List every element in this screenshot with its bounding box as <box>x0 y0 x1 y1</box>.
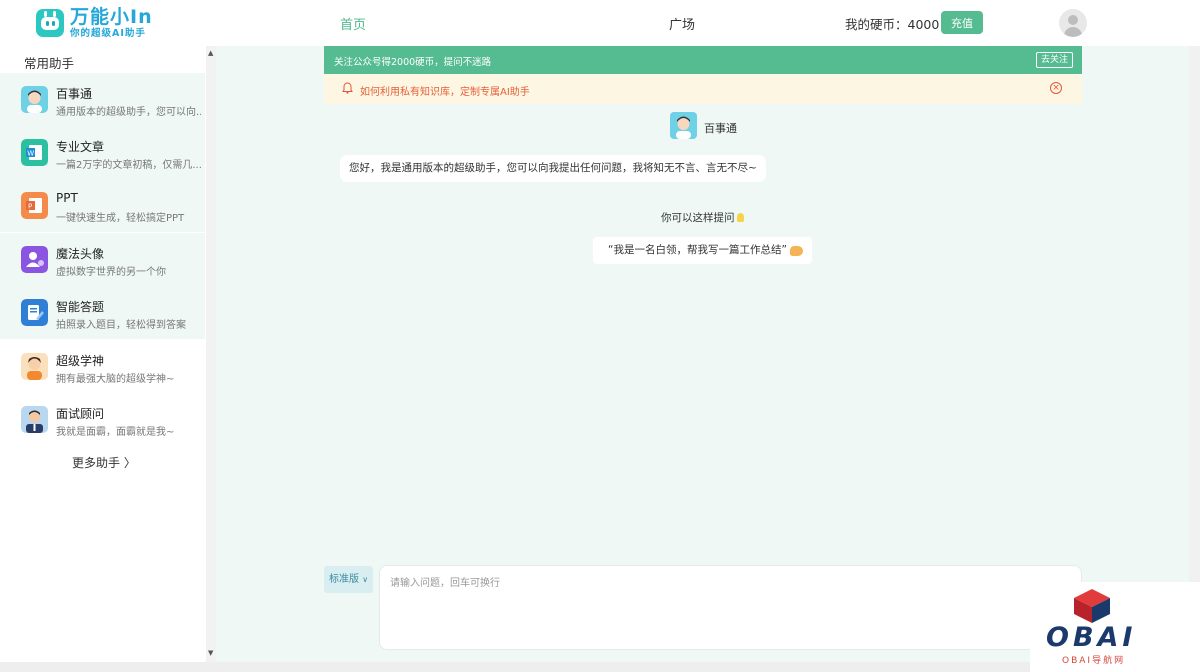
watermark-text: OBAI <box>1046 622 1137 653</box>
chevron-down-icon: ∨ <box>362 575 369 584</box>
cube-logo-icon <box>1074 589 1110 623</box>
more-assistants-link[interactable]: 更多助手 〉 <box>72 454 136 471</box>
suggestion-title-text: 你可以这样提问 <box>661 212 735 224</box>
sidebar-item-smart-quiz[interactable]: 智能答题 拍照录入题目，轻松得到答案 <box>0 286 205 339</box>
sidebar-item-ppt[interactable]: P PPT 一键快速生成，轻松搞定PPT <box>0 179 205 232</box>
nav-home-link[interactable]: 首页 <box>340 14 366 33</box>
svg-text:P: P <box>28 203 32 211</box>
boy-avatar-icon <box>21 86 48 113</box>
question-input-box[interactable] <box>379 565 1082 650</box>
sidebar-item-desc: 一键快速生成，轻松搞定PPT <box>56 213 185 224</box>
close-icon[interactable]: × <box>1050 82 1062 94</box>
sidebar-item-name: 面试顾问 <box>56 407 105 421</box>
assistant-sidebar: 常用助手 百事通 通用版本的超级助手，您可以向... W 专业文章 一篇2万字的… <box>0 46 206 662</box>
follow-notice-text: 关注公众号得2000硬币，提问不迷路 <box>334 57 492 68</box>
quiz-icon <box>21 299 48 326</box>
follow-notice-bar: 关注公众号得2000硬币，提问不迷路 去关注 <box>324 46 1082 74</box>
greeting-message: 您好，我是通用版本的超级助手，您可以向我提出任何问题，我将知无不言、言无不尽~ <box>340 155 766 182</box>
sidebar-item-desc: 通用版本的超级助手，您可以向... <box>56 107 201 118</box>
sidebar-item-name: 百事通 <box>56 87 93 101</box>
user-avatar-icon[interactable] <box>1059 9 1087 37</box>
sidebar-item-article[interactable]: W 专业文章 一篇2万字的文章初稿，仅需几... <box>0 126 205 179</box>
suggestion-title: 你可以这样提问 <box>661 210 744 225</box>
version-selector[interactable]: 标准版 ∨ <box>324 566 373 593</box>
scholar-avatar-icon <box>21 353 48 380</box>
sidebar-item-desc: 拥有最强大脑的超级学神~ <box>56 374 175 385</box>
knowledge-notice-bar: 如何利用私有知识库，定制专属AI助手 × <box>324 74 1082 104</box>
sidebar-item-name: 魔法头像 <box>56 247 105 261</box>
bot-avatar-icon <box>670 112 697 139</box>
lightbulb-icon <box>736 213 744 222</box>
sidebar-item-baishitong[interactable]: 百事通 通用版本的超级助手，您可以向... <box>0 73 205 126</box>
magic-avatar-icon <box>21 246 48 273</box>
sidebar-item-desc: 拍照录入题目，轻松得到答案 <box>56 320 186 331</box>
svg-text:W: W <box>27 150 34 158</box>
interviewer-avatar-icon <box>21 406 48 433</box>
bell-icon <box>342 82 353 94</box>
robot-logo-icon <box>36 9 64 38</box>
recharge-button[interactable]: 充值 <box>941 11 983 34</box>
scroll-up-icon[interactable]: ▲ <box>208 49 213 57</box>
nav-plaza-link[interactable]: 广场 <box>669 14 695 33</box>
word-doc-icon: W <box>21 139 48 166</box>
logo-title: 万能小In <box>70 6 153 28</box>
example-question-text: “我是一名白领，帮我写一篇工作总结” <box>608 244 787 256</box>
watermark-subtext: OBAI导航网 <box>1062 656 1126 666</box>
logo-subtitle: 你的超级AI助手 <box>70 28 146 39</box>
follow-button[interactable]: 去关注 <box>1035 52 1073 68</box>
ppt-icon: P <box>21 192 48 219</box>
sidebar-item-desc: 虚拟数字世界的另一个你 <box>56 267 166 278</box>
logo[interactable]: 万能小In 你的超级AI助手 <box>36 8 153 39</box>
question-input[interactable] <box>390 574 1070 640</box>
sidebar-item-interviewer[interactable]: 面试顾问 我就是面霸，面霸就是我~ <box>0 393 205 446</box>
coin-balance: 我的硬币：4000 <box>845 17 940 32</box>
example-question-button[interactable]: “我是一名白领，帮我写一篇工作总结” <box>593 237 812 264</box>
watermark: OBAI OBAI导航网 <box>1030 582 1200 672</box>
version-label: 标准版 <box>329 574 359 585</box>
sidebar-item-desc: 我就是面霸，面霸就是我~ <box>56 427 175 438</box>
top-bar: 万能小In 你的超级AI助手 首页 广场 我的硬币：4000 充值 <box>0 0 1200 46</box>
sidebar-item-desc: 一篇2万字的文章初稿，仅需几... <box>56 160 201 171</box>
scroll-down-icon[interactable]: ▼ <box>208 649 213 657</box>
pointing-hand-icon <box>790 246 803 256</box>
main-scrollbar[interactable] <box>1189 46 1200 582</box>
sidebar-item-magic-avatar[interactable]: 魔法头像 虚拟数字世界的另一个你 <box>0 233 205 286</box>
sidebar-title: 常用助手 <box>24 56 75 71</box>
sidebar-item-name: 专业文章 <box>56 140 105 154</box>
knowledge-notice-link[interactable]: 如何利用私有知识库，定制专属AI助手 <box>360 83 530 98</box>
chat-area: 关注公众号得2000硬币，提问不迷路 去关注 如何利用私有知识库，定制专属AI助… <box>216 46 1189 662</box>
sidebar-scrollbar[interactable]: ▲ ▼ <box>206 46 216 662</box>
horizontal-scrollbar[interactable] <box>0 662 1030 672</box>
sidebar-item-name: 智能答题 <box>56 300 105 314</box>
sidebar-item-super-scholar[interactable]: 超级学神 拥有最强大脑的超级学神~ <box>0 340 205 393</box>
bot-name: 百事通 <box>704 122 737 135</box>
sidebar-item-name: PPT <box>56 191 78 205</box>
sidebar-item-name: 超级学神 <box>56 354 105 368</box>
